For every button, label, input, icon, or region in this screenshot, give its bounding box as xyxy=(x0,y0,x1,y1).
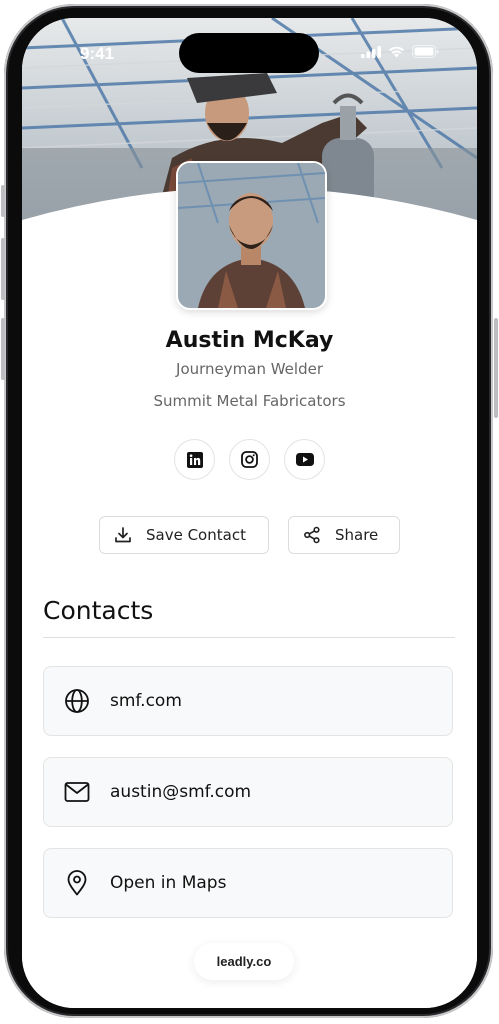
contact-maps[interactable]: Open in Maps xyxy=(43,848,453,918)
contact-email[interactable]: austin@smf.com xyxy=(43,757,453,827)
instagram-button[interactable] xyxy=(229,439,270,480)
contact-website-label: smf.com xyxy=(110,691,182,711)
contact-website[interactable]: smf.com xyxy=(43,666,453,736)
dynamic-island xyxy=(179,33,319,73)
youtube-icon xyxy=(295,453,314,466)
mail-icon xyxy=(64,779,90,805)
social-links xyxy=(174,439,325,480)
globe-icon xyxy=(64,688,90,714)
footer-brand[interactable]: leadly.co xyxy=(194,943,294,980)
power-button xyxy=(494,318,498,418)
volume-up-button xyxy=(1,238,5,300)
save-contact-label: Save Contact xyxy=(146,526,246,544)
contacts-heading: Contacts xyxy=(43,596,154,625)
action-button xyxy=(1,185,5,217)
linkedin-icon xyxy=(186,451,203,468)
profile-title: Journeyman Welder xyxy=(176,360,323,378)
action-buttons: Save Contact Share xyxy=(99,516,400,554)
contact-email-label: austin@smf.com xyxy=(110,782,252,802)
volume-down-button xyxy=(1,318,5,380)
instagram-icon xyxy=(241,451,258,468)
linkedin-button[interactable] xyxy=(174,439,215,480)
download-icon xyxy=(115,527,131,543)
wifi-icon xyxy=(389,46,404,57)
share-label: Share xyxy=(335,526,379,544)
screen: 9:41 Austin McKay Journeyman Welder Summ… xyxy=(22,18,477,1008)
share-icon xyxy=(304,526,320,544)
avatar xyxy=(176,161,327,310)
youtube-button[interactable] xyxy=(284,439,325,480)
battery-icon xyxy=(412,45,439,58)
profile-name: Austin McKay xyxy=(165,328,334,353)
cellular-signal-icon xyxy=(361,45,381,58)
share-button[interactable]: Share xyxy=(288,516,400,554)
status-icons xyxy=(361,45,439,58)
map-pin-icon xyxy=(64,870,90,896)
profile-company: Summit Metal Fabricators xyxy=(153,392,346,410)
contact-maps-label: Open in Maps xyxy=(110,873,227,893)
contacts-divider xyxy=(43,637,455,638)
save-contact-button[interactable]: Save Contact xyxy=(99,516,269,554)
status-time: 9:41 xyxy=(80,44,115,63)
